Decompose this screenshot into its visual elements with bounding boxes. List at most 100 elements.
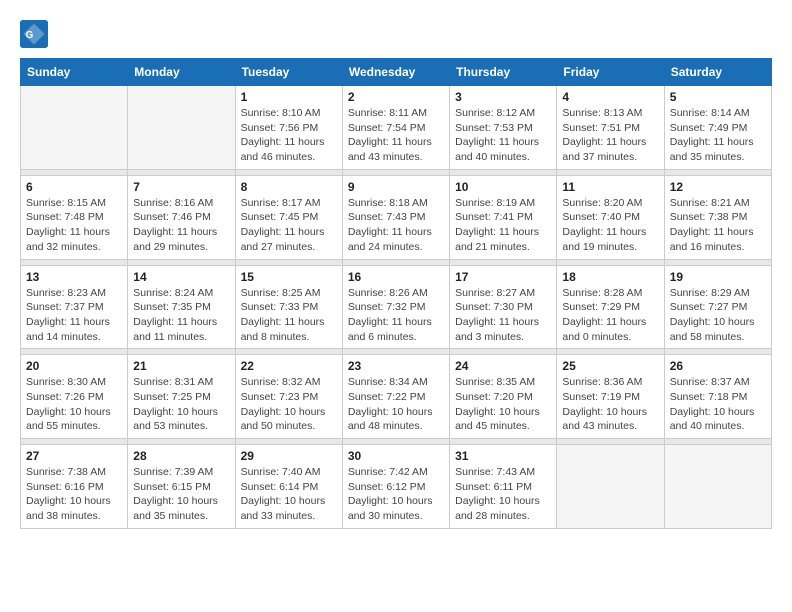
day-info: Sunrise: 8:30 AMSunset: 7:26 PMDaylight:… bbox=[26, 375, 122, 434]
day-info: Sunrise: 7:40 AMSunset: 6:14 PMDaylight:… bbox=[241, 465, 337, 524]
day-cell bbox=[21, 86, 128, 170]
svg-text:G: G bbox=[26, 30, 34, 41]
day-number: 26 bbox=[670, 359, 766, 373]
day-number: 4 bbox=[562, 90, 658, 104]
day-number: 21 bbox=[133, 359, 229, 373]
day-info: Sunrise: 8:37 AMSunset: 7:18 PMDaylight:… bbox=[670, 375, 766, 434]
weekday-header-row: SundayMondayTuesdayWednesdayThursdayFrid… bbox=[21, 59, 772, 86]
day-cell: 19 Sunrise: 8:29 AMSunset: 7:27 PMDayligh… bbox=[664, 265, 771, 349]
day-cell: 27Sunrise: 7:38 AMSunset: 6:16 PMDayligh… bbox=[21, 445, 128, 529]
day-number: 29 bbox=[241, 449, 337, 463]
day-info: Sunrise: 8:35 AMSunset: 7:20 PMDaylight:… bbox=[455, 375, 551, 434]
header: G bbox=[20, 20, 772, 48]
day-cell: 2 Sunrise: 8:11 AMSunset: 7:54 PMDaylight… bbox=[342, 86, 449, 170]
week-row-5: 27Sunrise: 7:38 AMSunset: 6:16 PMDayligh… bbox=[21, 445, 772, 529]
day-info: Sunrise: 7:42 AMSunset: 6:12 PMDaylight:… bbox=[348, 465, 444, 524]
day-number: 8 bbox=[241, 180, 337, 194]
day-cell: 23 Sunrise: 8:34 AMSunset: 7:22 PMDayligh… bbox=[342, 355, 449, 439]
day-cell: 12 Sunrise: 8:21 AMSunset: 7:38 PMDayligh… bbox=[664, 175, 771, 259]
day-cell bbox=[128, 86, 235, 170]
day-cell: 4Sunrise: 8:13 AMSunset: 7:51 PMDaylight… bbox=[557, 86, 664, 170]
day-info: Sunrise: 8:28 AMSunset: 7:29 PMDaylight:… bbox=[562, 286, 658, 345]
day-number: 20 bbox=[26, 359, 122, 373]
day-cell: 15Sunrise: 8:25 AMSunset: 7:33 PMDayligh… bbox=[235, 265, 342, 349]
day-number: 23 bbox=[348, 359, 444, 373]
day-cell: 30 Sunrise: 7:42 AMSunset: 6:12 PMDayligh… bbox=[342, 445, 449, 529]
day-number: 10 bbox=[455, 180, 551, 194]
day-number: 13 bbox=[26, 270, 122, 284]
day-info: Sunrise: 8:26 AMSunset: 7:32 PMDaylight:… bbox=[348, 286, 444, 345]
day-info: Sunrise: 7:39 AMSunset: 6:15 PMDaylight:… bbox=[133, 465, 229, 524]
day-info: Sunrise: 8:36 AMSunset: 7:19 PMDaylight:… bbox=[562, 375, 658, 434]
weekday-header-sunday: Sunday bbox=[21, 59, 128, 86]
day-cell: 24 Sunrise: 8:35 AMSunset: 7:20 PMDayligh… bbox=[450, 355, 557, 439]
day-info: Sunrise: 8:34 AMSunset: 7:22 PMDaylight:… bbox=[348, 375, 444, 434]
day-info: Sunrise: 8:27 AMSunset: 7:30 PMDaylight:… bbox=[455, 286, 551, 345]
day-cell bbox=[664, 445, 771, 529]
day-info: Sunrise: 8:16 AMSunset: 7:46 PMDaylight:… bbox=[133, 196, 229, 255]
day-cell: 10 Sunrise: 8:19 AMSunset: 7:41 PMDayligh… bbox=[450, 175, 557, 259]
day-number: 24 bbox=[455, 359, 551, 373]
weekday-header-tuesday: Tuesday bbox=[235, 59, 342, 86]
day-cell bbox=[557, 445, 664, 529]
day-number: 12 bbox=[670, 180, 766, 194]
day-cell: 28 Sunrise: 7:39 AMSunset: 6:15 PMDayligh… bbox=[128, 445, 235, 529]
day-number: 30 bbox=[348, 449, 444, 463]
day-number: 17 bbox=[455, 270, 551, 284]
day-number: 18 bbox=[562, 270, 658, 284]
day-cell: 14Sunrise: 8:24 AMSunset: 7:35 PMDayligh… bbox=[128, 265, 235, 349]
day-cell: 25 Sunrise: 8:36 AMSunset: 7:19 PMDayligh… bbox=[557, 355, 664, 439]
week-row-3: 13 Sunrise: 8:23 AMSunset: 7:37 PMDayligh… bbox=[21, 265, 772, 349]
day-info: Sunrise: 8:32 AMSunset: 7:23 PMDaylight:… bbox=[241, 375, 337, 434]
day-number: 16 bbox=[348, 270, 444, 284]
day-info: Sunrise: 8:19 AMSunset: 7:41 PMDaylight:… bbox=[455, 196, 551, 255]
day-number: 6 bbox=[26, 180, 122, 194]
day-info: Sunrise: 8:31 AMSunset: 7:25 PMDaylight:… bbox=[133, 375, 229, 434]
day-info: Sunrise: 8:18 AMSunset: 7:43 PMDaylight:… bbox=[348, 196, 444, 255]
day-cell: 18 Sunrise: 8:28 AMSunset: 7:29 PMDayligh… bbox=[557, 265, 664, 349]
day-cell: 5Sunrise: 8:14 AMSunset: 7:49 PMDaylight… bbox=[664, 86, 771, 170]
day-cell: 13 Sunrise: 8:23 AMSunset: 7:37 PMDayligh… bbox=[21, 265, 128, 349]
day-number: 5 bbox=[670, 90, 766, 104]
weekday-header-friday: Friday bbox=[557, 59, 664, 86]
day-number: 2 bbox=[348, 90, 444, 104]
day-cell: 22Sunrise: 8:32 AMSunset: 7:23 PMDayligh… bbox=[235, 355, 342, 439]
logo-icon: G bbox=[20, 20, 48, 48]
day-cell: 6 Sunrise: 8:15 AMSunset: 7:48 PMDaylight… bbox=[21, 175, 128, 259]
day-number: 11 bbox=[562, 180, 658, 194]
day-cell: 31Sunrise: 7:43 AMSunset: 6:11 PMDayligh… bbox=[450, 445, 557, 529]
day-number: 7 bbox=[133, 180, 229, 194]
day-info: Sunrise: 8:29 AMSunset: 7:27 PMDaylight:… bbox=[670, 286, 766, 345]
calendar-table: SundayMondayTuesdayWednesdayThursdayFrid… bbox=[20, 58, 772, 529]
week-row-1: 1 Sunrise: 8:10 AMSunset: 7:56 PMDaylight… bbox=[21, 86, 772, 170]
day-info: Sunrise: 8:23 AMSunset: 7:37 PMDaylight:… bbox=[26, 286, 122, 345]
week-row-4: 20 Sunrise: 8:30 AMSunset: 7:26 PMDayligh… bbox=[21, 355, 772, 439]
day-cell: 1 Sunrise: 8:10 AMSunset: 7:56 PMDaylight… bbox=[235, 86, 342, 170]
day-number: 25 bbox=[562, 359, 658, 373]
day-info: Sunrise: 8:25 AMSunset: 7:33 PMDaylight:… bbox=[241, 286, 337, 345]
day-cell: 16 Sunrise: 8:26 AMSunset: 7:32 PMDayligh… bbox=[342, 265, 449, 349]
day-cell: 9 Sunrise: 8:18 AMSunset: 7:43 PMDaylight… bbox=[342, 175, 449, 259]
day-number: 28 bbox=[133, 449, 229, 463]
day-cell: 8 Sunrise: 8:17 AMSunset: 7:45 PMDaylight… bbox=[235, 175, 342, 259]
day-number: 14 bbox=[133, 270, 229, 284]
day-info: Sunrise: 8:11 AMSunset: 7:54 PMDaylight:… bbox=[348, 106, 444, 165]
day-info: Sunrise: 8:21 AMSunset: 7:38 PMDaylight:… bbox=[670, 196, 766, 255]
day-number: 1 bbox=[241, 90, 337, 104]
day-cell: 7 Sunrise: 8:16 AMSunset: 7:46 PMDaylight… bbox=[128, 175, 235, 259]
day-info: Sunrise: 8:15 AMSunset: 7:48 PMDaylight:… bbox=[26, 196, 122, 255]
day-info: Sunrise: 8:10 AMSunset: 7:56 PMDaylight:… bbox=[241, 106, 337, 165]
day-cell: 21 Sunrise: 8:31 AMSunset: 7:25 PMDayligh… bbox=[128, 355, 235, 439]
day-cell: 26 Sunrise: 8:37 AMSunset: 7:18 PMDayligh… bbox=[664, 355, 771, 439]
weekday-header-wednesday: Wednesday bbox=[342, 59, 449, 86]
weekday-header-saturday: Saturday bbox=[664, 59, 771, 86]
day-info: Sunrise: 8:20 AMSunset: 7:40 PMDaylight:… bbox=[562, 196, 658, 255]
day-info: Sunrise: 7:43 AMSunset: 6:11 PMDaylight:… bbox=[455, 465, 551, 524]
day-number: 3 bbox=[455, 90, 551, 104]
week-row-2: 6 Sunrise: 8:15 AMSunset: 7:48 PMDaylight… bbox=[21, 175, 772, 259]
logo: G bbox=[20, 20, 52, 48]
day-info: Sunrise: 8:17 AMSunset: 7:45 PMDaylight:… bbox=[241, 196, 337, 255]
day-number: 9 bbox=[348, 180, 444, 194]
day-number: 19 bbox=[670, 270, 766, 284]
weekday-header-monday: Monday bbox=[128, 59, 235, 86]
